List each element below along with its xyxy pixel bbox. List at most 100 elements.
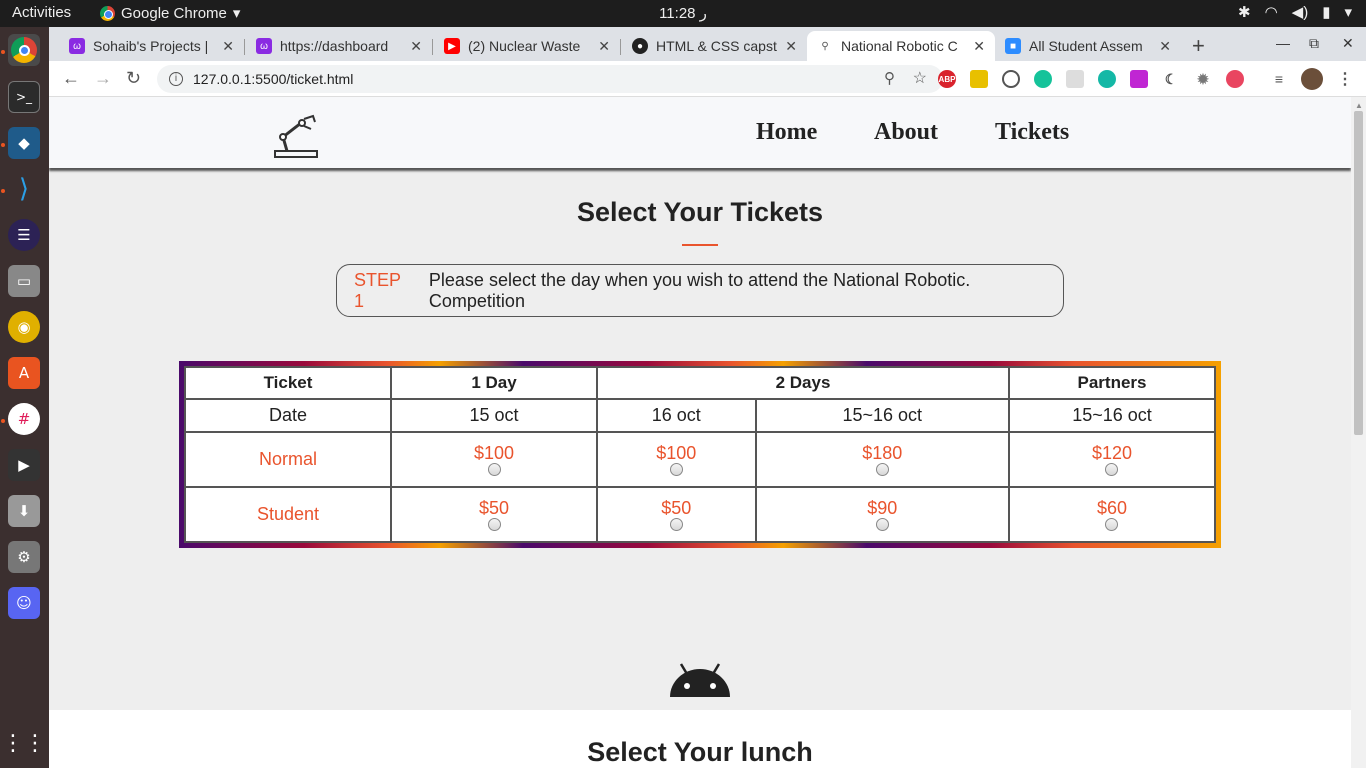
- rhythmbox-icon[interactable]: ◉: [8, 311, 40, 343]
- extension-icon[interactable]: [1098, 70, 1116, 88]
- show-apps-icon[interactable]: ⋮⋮: [2, 727, 46, 759]
- files-icon[interactable]: ▭: [8, 265, 40, 297]
- table-row: Normal $100 $100 $180 $120: [184, 431, 1217, 488]
- header-partners: Partners: [1007, 366, 1217, 400]
- extension-icon[interactable]: ☾: [1162, 70, 1180, 88]
- discord-icon[interactable]: ☺: [8, 587, 40, 619]
- close-tab-icon[interactable]: ✕: [973, 38, 985, 55]
- minimize-icon[interactable]: —: [1276, 35, 1290, 51]
- tickets-section-title: Select Your Tickets: [576, 197, 824, 227]
- date-label: Date: [184, 398, 392, 433]
- tab-zoom-assembly[interactable]: ■ All Student Assem ✕: [995, 31, 1181, 61]
- clock[interactable]: 11:28 ر: [0, 4, 1366, 22]
- chrome-dock-icon[interactable]: [8, 34, 40, 66]
- tab-github[interactable]: ● HTML & CSS capst ✕: [622, 31, 807, 61]
- settings-icon[interactable]: ⚙: [8, 541, 40, 573]
- header-1-day: 1 Day: [390, 366, 598, 400]
- adblock-plus-icon[interactable]: ABP: [938, 70, 956, 88]
- tab-sohaibs-projects[interactable]: ω Sohaib's Projects | ✕: [59, 31, 244, 61]
- lunch-section: Select Your lunch: [49, 710, 1351, 768]
- grammarly-icon[interactable]: [1034, 70, 1052, 88]
- extension-icon[interactable]: [1130, 70, 1148, 88]
- scrollbar-thumb[interactable]: [1354, 111, 1363, 435]
- header-ticket: Ticket: [184, 366, 392, 400]
- bug-icon[interactable]: ✹: [1194, 70, 1212, 88]
- eclipse-icon[interactable]: ☰: [8, 219, 40, 251]
- running-indicator: [1, 189, 5, 193]
- scroll-up-icon[interactable]: ▲: [1355, 101, 1363, 110]
- extension-icon[interactable]: [1066, 70, 1084, 88]
- android-icon: [670, 663, 730, 697]
- tab-youtube[interactable]: ▶ (2) Nuclear Waste ✕: [434, 31, 620, 61]
- ticket-radio[interactable]: [669, 517, 683, 531]
- dock: >_ ◆ ⟩ ☰ ▭ ◉ A # ▶ ⬇ ⚙ ☺ ⋮⋮: [0, 27, 49, 768]
- menu-kebab-icon[interactable]: ⋮: [1336, 70, 1354, 88]
- github-icon: ●: [632, 38, 648, 54]
- tab-title: HTML & CSS capst: [656, 38, 777, 54]
- close-tab-icon[interactable]: ✕: [1159, 38, 1171, 55]
- ticket-radio[interactable]: [487, 517, 501, 531]
- back-icon[interactable]: ←: [62, 68, 80, 89]
- ticket-radio[interactable]: [875, 462, 889, 476]
- tab-divider: [620, 39, 621, 55]
- step-box: STEP 1 Please select the day when you wi…: [336, 264, 1064, 317]
- close-window-icon[interactable]: ✕: [1342, 35, 1354, 52]
- title-underline: [682, 244, 718, 246]
- tab-favicon-icon: ω: [69, 38, 85, 54]
- ticket-radio[interactable]: [669, 462, 683, 476]
- ticket-radio[interactable]: [487, 462, 501, 476]
- running-indicator: [1, 143, 5, 147]
- nav-home[interactable]: Home: [756, 119, 817, 146]
- chevron-down-icon[interactable]: ▾: [1344, 3, 1352, 21]
- zoom-icon[interactable]: ⚲: [884, 69, 895, 87]
- extension-icon[interactable]: [1226, 70, 1244, 88]
- reading-list-icon[interactable]: ≡: [1270, 70, 1288, 88]
- video-editor-icon[interactable]: ▶: [8, 449, 40, 481]
- price-label: $50: [478, 497, 510, 518]
- page-scrollbar[interactable]: ▲: [1351, 97, 1366, 768]
- price-label: $100: [473, 442, 515, 463]
- row-label-student: Student: [184, 486, 392, 543]
- table-row: Date 15 oct 16 oct 15~16 oct 15~16 oct: [184, 398, 1217, 433]
- block-icon[interactable]: [1002, 70, 1020, 88]
- site-header: Home About Tickets: [49, 97, 1351, 168]
- installer-icon[interactable]: ⬇: [8, 495, 40, 527]
- close-tab-icon[interactable]: ✕: [598, 38, 610, 55]
- step-text: Please select the day when you wish to a…: [428, 269, 971, 311]
- site-info-icon[interactable]: i: [169, 72, 183, 86]
- close-tab-icon[interactable]: ✕: [222, 38, 234, 55]
- new-tab-icon[interactable]: +: [1192, 33, 1205, 59]
- row-label-normal: Normal: [184, 431, 392, 488]
- address-bar[interactable]: i 127.0.0.1:5500/ticket.html ⚲ ☆: [157, 65, 943, 93]
- forward-icon[interactable]: →: [94, 68, 112, 89]
- lunch-section-title: Select Your lunch: [587, 737, 813, 767]
- ticket-radio[interactable]: [1105, 462, 1119, 476]
- tab-national-robotic[interactable]: ⚲ National Robotic C ✕: [807, 31, 995, 61]
- url-text: 127.0.0.1:5500/ticket.html: [193, 71, 354, 87]
- ticket-radio[interactable]: [875, 517, 889, 531]
- nav-about[interactable]: About: [874, 119, 938, 146]
- reload-icon[interactable]: ↻: [126, 68, 141, 89]
- tab-divider: [244, 39, 245, 55]
- zoom-icon: ■: [1005, 38, 1021, 54]
- terminal-icon[interactable]: >_: [8, 81, 40, 113]
- restore-icon[interactable]: ⧉: [1309, 35, 1319, 52]
- close-tab-icon[interactable]: ✕: [785, 38, 797, 55]
- vscode-icon[interactable]: ⟩: [8, 173, 40, 205]
- slack-tray-icon[interactable]: ✱: [1238, 3, 1251, 21]
- tab-divider: [432, 39, 433, 55]
- robot-arm-logo-icon[interactable]: [273, 113, 321, 161]
- ticket-radio[interactable]: [1105, 517, 1119, 531]
- mysql-workbench-icon[interactable]: ◆: [8, 127, 40, 159]
- slack-icon[interactable]: #: [8, 403, 40, 435]
- system-tray[interactable]: ✱ ◠ ◀) ▮ ▾: [1238, 3, 1352, 21]
- bookmark-star-icon[interactable]: ☆: [913, 68, 927, 88]
- avatar[interactable]: [1301, 68, 1323, 90]
- software-center-icon[interactable]: A: [8, 357, 40, 389]
- ticket-table: Ticket 1 Day 2 Days Partners Date 15 oct…: [184, 366, 1217, 543]
- nav-tickets[interactable]: Tickets: [995, 119, 1069, 146]
- price-label: $90: [867, 497, 898, 518]
- tab-dashboard[interactable]: ω https://dashboard ✕: [246, 31, 432, 61]
- close-tab-icon[interactable]: ✕: [410, 38, 422, 55]
- extension-icon[interactable]: [970, 70, 988, 88]
